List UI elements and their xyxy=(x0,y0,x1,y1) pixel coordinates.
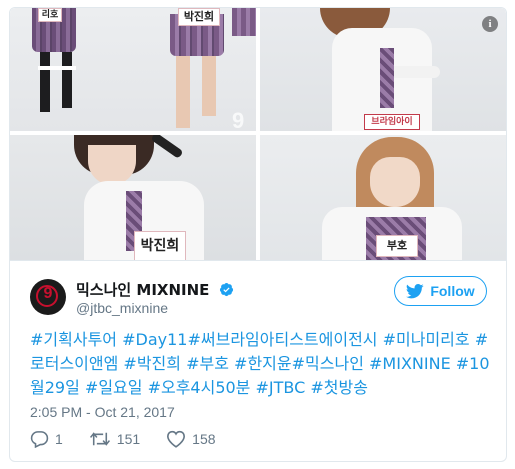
watermark-logo: 9 xyxy=(232,108,245,133)
avatar[interactable]: 9 xyxy=(30,279,66,315)
hashtag-link[interactable]: #JTBC xyxy=(256,378,306,397)
photo-3[interactable]: 박진희 xyxy=(10,135,256,260)
heart-icon xyxy=(167,430,186,448)
reply-icon xyxy=(30,431,49,448)
photo-2[interactable]: 브라임아이 xyxy=(260,8,506,131)
photo-1[interactable]: 리호 박진희 xyxy=(10,8,256,131)
display-name[interactable]: 믹스나인 MIXNINE xyxy=(76,279,234,300)
embedded-tweet-card: 리호 박진희 브라임아이 박진희 부호 9 i 9 믹스나인 MIXNINE @… xyxy=(9,7,507,462)
retweet-icon xyxy=(89,432,110,446)
hashtag-link[interactable]: #기획사투어 xyxy=(30,330,117,349)
hashtag-link[interactable]: #부호 xyxy=(186,354,229,373)
tweet-text: #기획사투어 #Day11#써브라임아티스트에이전시 #미나미리호 #로터스이앤… xyxy=(30,328,490,400)
info-icon[interactable]: i xyxy=(482,16,498,32)
microphone xyxy=(150,135,184,159)
name-tag-photo1-left: 리호 xyxy=(38,8,62,22)
like-count: 158 xyxy=(192,431,216,447)
hashtag-link[interactable]: #믹스나인 xyxy=(292,354,364,373)
account-handle[interactable]: @jtbc_mixnine xyxy=(76,300,168,316)
avatar-logo: 9 xyxy=(43,285,53,302)
name-tag-photo3: 박진희 xyxy=(134,231,186,260)
tie xyxy=(380,48,394,108)
hashtag-link[interactable]: #MIXNINE xyxy=(369,354,451,373)
retweet-count: 151 xyxy=(116,431,141,447)
legs-mid xyxy=(176,56,190,128)
tweet-actions: 1 151 158 xyxy=(30,428,242,450)
name-tag-photo4: 부호 xyxy=(376,235,418,257)
hashtag-link[interactable]: #써브라임아티스트에이전시 xyxy=(187,330,377,349)
socks-left xyxy=(38,66,76,70)
display-name-text[interactable]: 믹스나인 MIXNINE xyxy=(76,281,209,299)
face xyxy=(370,157,420,207)
hashtag-link[interactable]: #첫방송 xyxy=(310,378,368,397)
legs-left-2 xyxy=(62,52,72,108)
skirt-right xyxy=(232,8,256,36)
reply-count: 1 xyxy=(55,431,63,447)
twitter-bird-icon xyxy=(406,283,425,298)
watermark-logo: 9 xyxy=(486,135,498,137)
legs-mid-2 xyxy=(202,56,216,116)
follow-button[interactable]: Follow xyxy=(394,276,487,306)
reply-button[interactable]: 1 xyxy=(30,430,63,448)
hashtag-link[interactable]: #박진희 xyxy=(123,354,181,373)
hashtag-link[interactable]: #한지윤 xyxy=(234,354,292,373)
retweet-button[interactable]: 151 xyxy=(89,431,140,447)
legs-left xyxy=(40,52,50,112)
verified-badge-icon xyxy=(219,282,233,297)
like-button[interactable]: 158 xyxy=(166,430,216,448)
hashtag-link[interactable]: #일요일 xyxy=(85,378,143,397)
follow-label: Follow xyxy=(430,283,475,299)
face xyxy=(88,145,136,185)
tweet-timestamp[interactable]: 2:05 PM - Oct 21, 2017 xyxy=(30,404,175,420)
hashtag-link[interactable]: #미나미리호 xyxy=(383,330,470,349)
hashtag-link[interactable]: #Day11 xyxy=(122,330,187,349)
photo-4[interactable]: 부호 9 xyxy=(260,135,506,260)
hashtag-link[interactable]: #오후4시50분 xyxy=(148,378,251,397)
name-tag-photo2: 브라임아이 xyxy=(364,114,420,130)
media-grid[interactable]: 리호 박진희 브라임아이 박진희 부호 9 i xyxy=(10,8,506,260)
name-tag-photo1-mid: 박진희 xyxy=(178,8,220,26)
